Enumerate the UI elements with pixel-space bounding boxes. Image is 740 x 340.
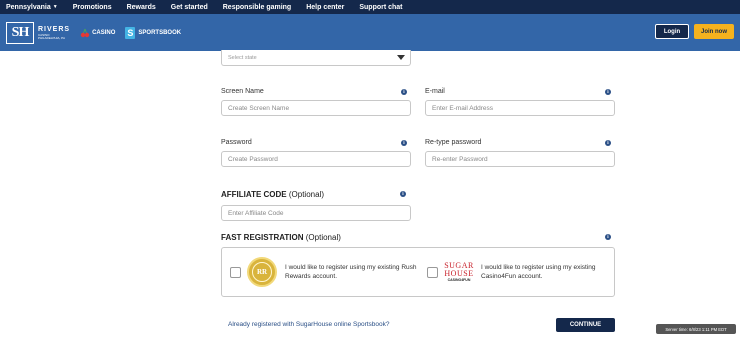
nav-item-support-chat[interactable]: Support chat bbox=[359, 4, 402, 11]
rivers-text: RIVERS bbox=[38, 25, 71, 33]
logo-text: SH bbox=[11, 24, 30, 40]
casino4fun-checkbox[interactable] bbox=[427, 267, 438, 278]
nav-item-label: Help center bbox=[306, 3, 345, 11]
info-icon[interactable]: i bbox=[401, 89, 407, 95]
sportsbook-icon: S bbox=[125, 26, 136, 39]
nav-item-label: Support chat bbox=[359, 3, 403, 11]
screen-name-label: Screen Name bbox=[221, 88, 264, 95]
casino-link[interactable]: CASINO bbox=[80, 28, 115, 38]
rush-rewards-logo: RR bbox=[247, 257, 277, 287]
email-input[interactable] bbox=[425, 100, 615, 116]
fast-registration-title-text: FAST REGISTRATION bbox=[221, 233, 304, 242]
state-select-value: Select state bbox=[228, 54, 257, 61]
nav-item-label: Get started bbox=[170, 3, 208, 11]
fast-registration-box: RR I would like to register using my exi… bbox=[221, 247, 615, 297]
rush-rewards-logo-mark: RR bbox=[252, 262, 272, 282]
casino-label: CASINO bbox=[92, 29, 116, 36]
site-header: SH RIVERS CASINO PHILADELPHIA, PA CASINO… bbox=[0, 14, 740, 51]
rivers-sub-location: PHILADELPHIA, PA bbox=[38, 35, 65, 40]
sugarhouse-logo[interactable]: SH bbox=[6, 21, 34, 44]
nav-item-label: Responsible gaming bbox=[222, 3, 292, 11]
affiliate-code-input[interactable] bbox=[221, 205, 411, 221]
info-icon[interactable]: i bbox=[605, 234, 611, 240]
email-label: E-mail bbox=[425, 88, 445, 95]
state-select[interactable]: Select state bbox=[221, 50, 411, 66]
join-now-button[interactable]: Join now bbox=[694, 24, 734, 39]
rivers-casino-logo: RIVERS CASINO PHILADELPHIA, PA bbox=[38, 26, 70, 40]
password-input[interactable] bbox=[221, 151, 411, 167]
sportsbook-label: SPORTSBOOK bbox=[138, 29, 182, 36]
retype-password-input[interactable] bbox=[425, 151, 615, 167]
chevron-down-icon: ▼ bbox=[52, 4, 58, 10]
continue-button[interactable]: CONTINUE bbox=[556, 318, 615, 332]
sugarhouse-casino4fun-logo: SUGAR HOUSE CASINO4FUN bbox=[442, 257, 476, 287]
c4f-logo-line3: CASINO4FUN bbox=[447, 277, 471, 282]
affiliate-optional-text: (Optional) bbox=[288, 190, 324, 199]
login-button[interactable]: Login bbox=[655, 24, 689, 39]
affiliate-title-text: AFFILIATE CODE bbox=[221, 190, 287, 199]
password-label: Password bbox=[221, 139, 252, 146]
nav-item-label: Promotions bbox=[72, 3, 112, 11]
nav-item-get-started[interactable]: Get started bbox=[171, 4, 208, 11]
sportsbook-link[interactable]: S SPORTSBOOK bbox=[125, 26, 182, 39]
fast-registration-title: FAST REGISTRATION (Optional) bbox=[221, 233, 341, 242]
info-icon[interactable]: i bbox=[400, 191, 406, 197]
screen-name-input[interactable] bbox=[221, 100, 411, 116]
server-time-badge: Server time: 6/8/23 1:11 PM EDT bbox=[656, 324, 736, 334]
rush-rewards-checkbox[interactable] bbox=[230, 267, 241, 278]
c4f-logo-line2: HOUSE bbox=[444, 268, 474, 278]
top-nav: Pennsylvania ▼ Promotions Rewards Get st… bbox=[0, 0, 740, 14]
caret-down-icon bbox=[397, 55, 405, 60]
nav-item-help-center[interactable]: Help center bbox=[306, 4, 344, 11]
info-icon[interactable]: i bbox=[605, 89, 611, 95]
info-icon[interactable]: i bbox=[401, 140, 407, 146]
nav-item-pennsylvania[interactable]: Pennsylvania ▼ bbox=[6, 4, 58, 11]
fast-registration-optional-text: (Optional) bbox=[305, 233, 341, 242]
nav-item-rewards[interactable]: Rewards bbox=[127, 4, 156, 11]
nav-item-label: Rewards bbox=[126, 3, 156, 11]
nav-item-promotions[interactable]: Promotions bbox=[73, 4, 112, 11]
casino4fun-option-text: I would like to register using my existi… bbox=[481, 264, 596, 281]
affiliate-code-title: AFFILIATE CODE (Optional) bbox=[221, 190, 324, 199]
nav-item-responsible-gaming[interactable]: Responsible gaming bbox=[223, 4, 291, 11]
info-icon[interactable]: i bbox=[605, 140, 611, 146]
retype-password-label: Re-type password bbox=[425, 139, 482, 146]
already-registered-link[interactable]: Already registered with SugarHouse onlin… bbox=[228, 321, 390, 328]
nav-item-label: Pennsylvania bbox=[6, 3, 51, 11]
rush-rewards-option-text: I would like to register using my existi… bbox=[285, 264, 417, 281]
cherry-icon bbox=[80, 28, 90, 37]
